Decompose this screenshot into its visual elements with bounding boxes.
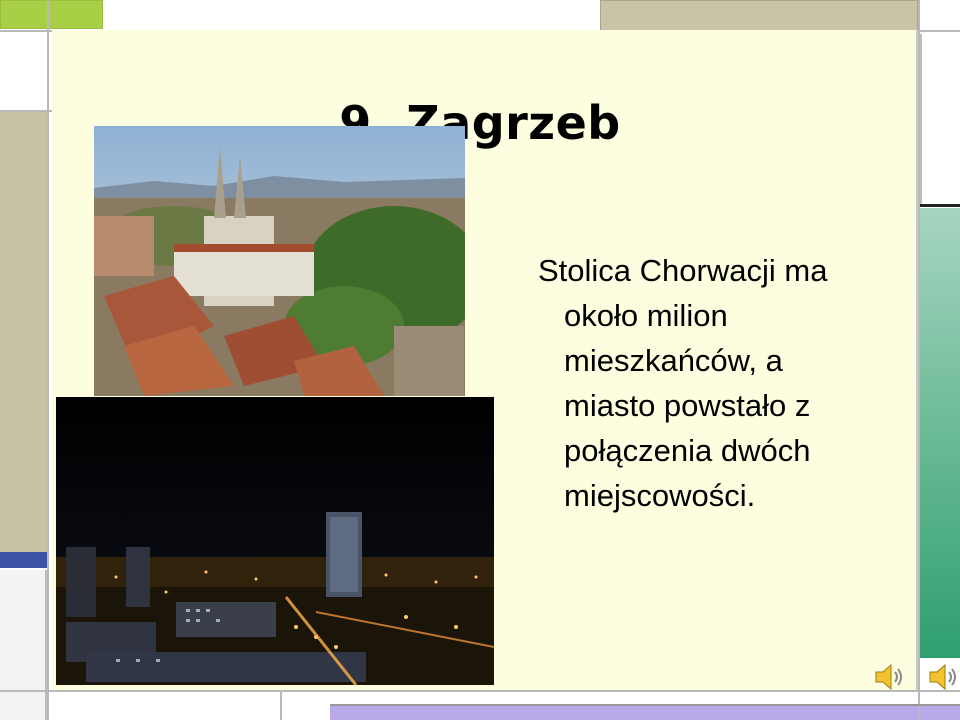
zagreb-night-photo (56, 397, 494, 685)
frame-line (330, 704, 960, 706)
frame-line (280, 690, 282, 720)
speaker-icon[interactable] (926, 660, 960, 694)
zagreb-night-photo-graphic (56, 397, 494, 685)
speaker-icon-graphic (875, 663, 902, 691)
frame-tan-top (600, 0, 918, 33)
slide-body-text: Stolica Chorwacji ma około milion mieszk… (538, 248, 918, 518)
frame-line (920, 204, 960, 207)
frame-blue-bar (0, 552, 47, 568)
body-line: Stolica Chorwacji ma (538, 253, 828, 288)
speaker-icon[interactable] (872, 660, 906, 694)
zagreb-cathedral-photo-graphic (94, 126, 465, 396)
frame-left-tan-column (0, 112, 47, 552)
body-line: miejscowości. (564, 478, 756, 513)
frame-lilac-bottom (330, 705, 960, 720)
frame-green-top-left (0, 0, 103, 29)
body-line: mieszkańców, a (564, 343, 783, 378)
frame-right-teal-column (920, 208, 960, 658)
speaker-icon-graphic (929, 663, 956, 691)
body-line: miasto powstało z (564, 388, 811, 423)
body-line: około milion (564, 298, 728, 333)
body-line: połączenia dwóch (564, 433, 811, 468)
zagreb-cathedral-photo (94, 126, 465, 396)
frame-left-bottom-block (0, 570, 47, 720)
frame-line (0, 690, 960, 692)
